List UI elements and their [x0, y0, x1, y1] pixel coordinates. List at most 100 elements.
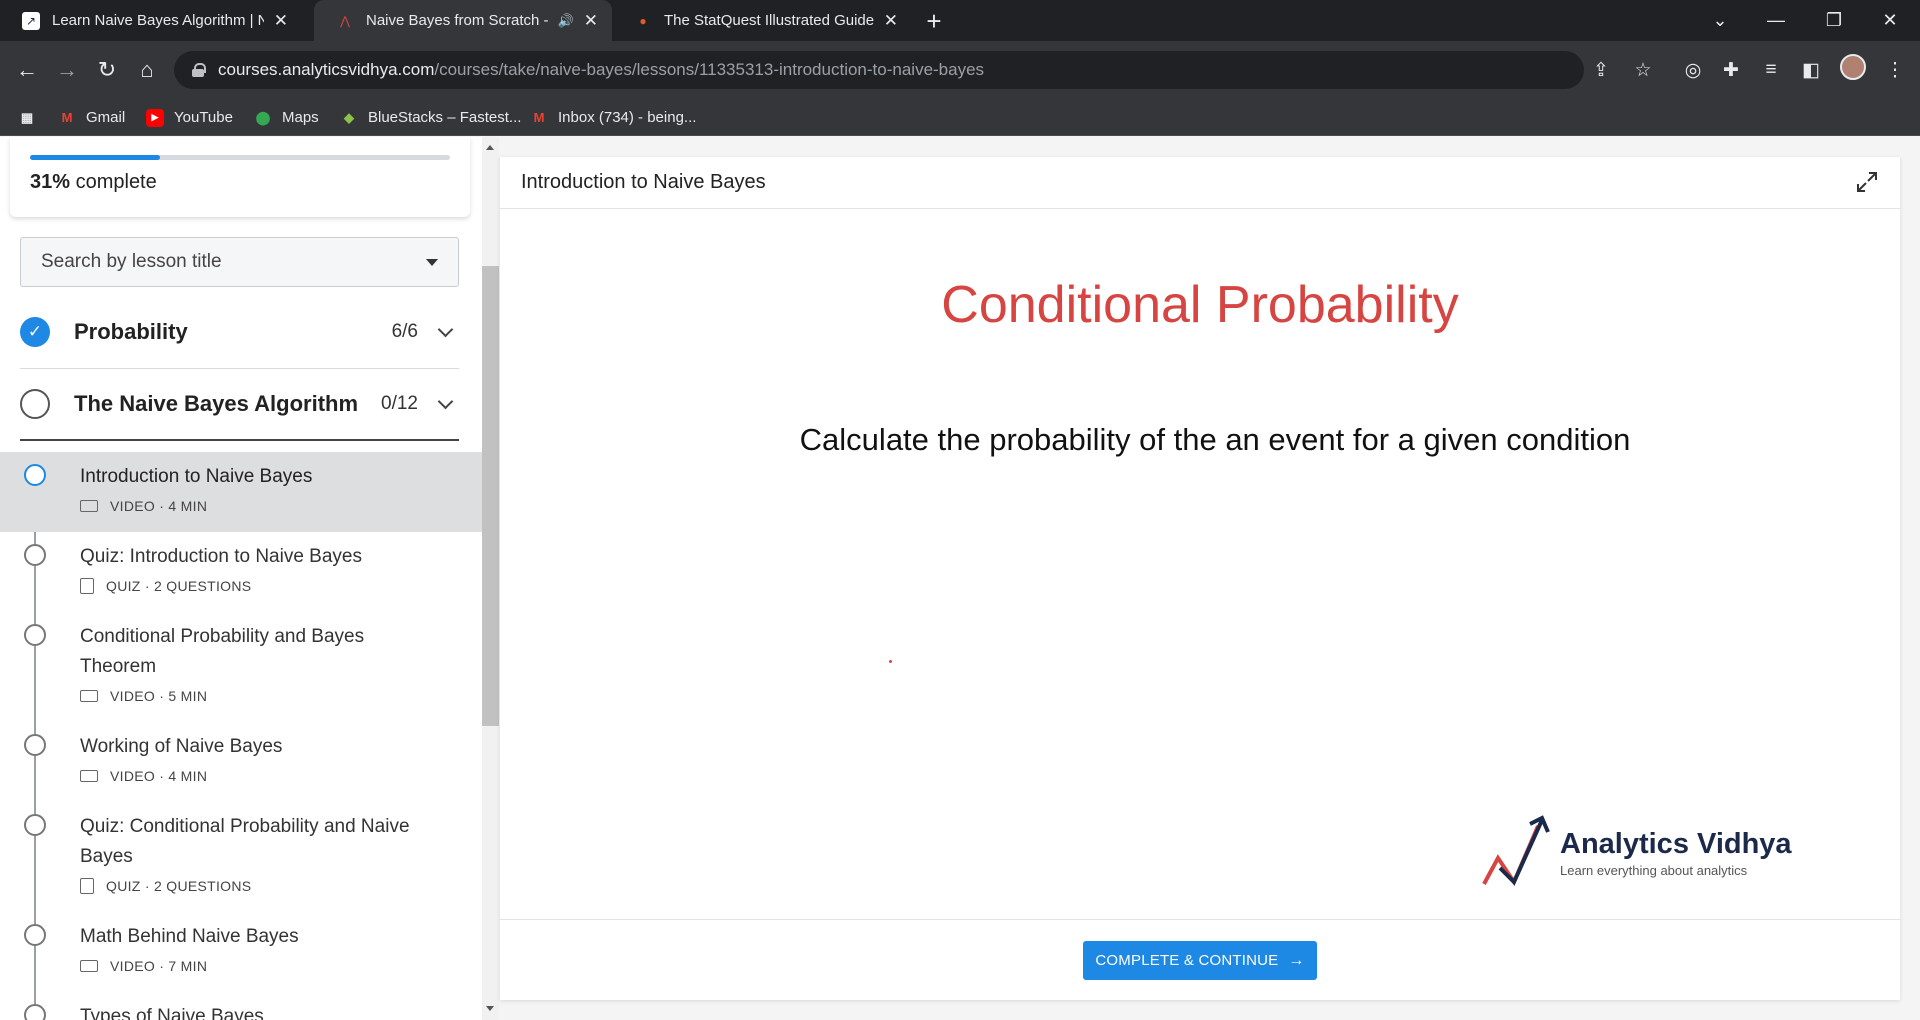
chapter-title: Probability	[74, 319, 188, 344]
expand-fullscreen-icon[interactable]	[1855, 170, 1879, 194]
lesson-item[interactable]: Quiz: Introduction to Naive Bayes QUIZ ·…	[0, 532, 482, 612]
tab-search-chevron-icon[interactable]: ⌄	[1692, 0, 1748, 41]
menu-kebab-icon[interactable]: ⋮	[1880, 55, 1910, 85]
check-circle-icon: ✓	[20, 317, 50, 347]
share-icon[interactable]: ⇪	[1586, 55, 1616, 85]
progress-bar-fill	[30, 155, 161, 160]
tab-learn-naive-bayes[interactable]: ↗ Learn Naive Bayes Algorithm | N ✕	[0, 0, 302, 41]
lesson-meta: VIDEO · 7 MIN	[80, 958, 207, 974]
lock-icon[interactable]	[192, 63, 206, 77]
progress-bar	[30, 155, 450, 160]
apps-icon: ▦	[20, 109, 34, 125]
chevron-down-icon[interactable]	[437, 321, 454, 337]
cta-label: COMPLETE & CONTINUE	[1095, 952, 1279, 969]
lesson-content: Introduction to Naive Bayes Conditional …	[500, 157, 1900, 1000]
profile-avatar[interactable]	[1840, 54, 1866, 80]
tab-naive-bayes-scratch[interactable]: ⋀ Naive Bayes from Scratch - A 🔊 ✕	[314, 0, 612, 41]
complete-and-continue-button[interactable]: COMPLETE & CONTINUE →	[1083, 941, 1317, 980]
video-icon	[80, 960, 98, 972]
close-window-button[interactable]: ✕	[1862, 0, 1918, 41]
lesson-footer: COMPLETE & CONTINUE →	[500, 919, 1900, 1000]
chapter-title: The Naive Bayes Algorithm	[74, 391, 359, 416]
analytics-vidhya-favicon-icon: ⋀	[340, 13, 350, 28]
reload-icon[interactable]: ↻	[92, 55, 122, 85]
close-tab-icon[interactable]: ✕	[274, 11, 288, 31]
youtube-icon: ▶	[146, 108, 164, 127]
gmail-icon: M	[61, 110, 73, 125]
media-queue-icon[interactable]: ≡	[1756, 55, 1786, 85]
minimize-button[interactable]: —	[1748, 0, 1804, 41]
lesson-status-circle-icon	[24, 924, 46, 946]
sidebar-scrollbar-thumb[interactable]	[482, 266, 499, 726]
extension-target-icon[interactable]: ◎	[1678, 55, 1708, 85]
tab-title: The StatQuest Illustrated Guide t	[664, 12, 874, 29]
lesson-title: Working of Naive Bayes	[80, 736, 283, 757]
lesson-meta: VIDEO · 4 MIN	[80, 768, 207, 784]
divider	[20, 439, 459, 441]
lesson-meta: QUIZ · 2 QUESTIONS	[80, 578, 251, 594]
quiz-icon	[80, 578, 94, 594]
lesson-status-circle-icon	[24, 1004, 46, 1020]
bookmark-label: YouTube	[174, 109, 233, 126]
chart-favicon-icon: ↗	[22, 11, 40, 30]
bookmark-star-icon[interactable]: ☆	[1628, 55, 1658, 85]
lesson-item[interactable]: Working of Naive Bayes VIDEO · 4 MIN	[0, 722, 482, 802]
lesson-title: Introduction to Naive Bayes	[80, 466, 313, 487]
progress-card: 31% complete	[10, 137, 470, 217]
slide-title: Conditional Probability	[941, 276, 1459, 334]
logo-tagline: Learn everything about analytics	[1560, 863, 1748, 878]
video-icon	[80, 500, 98, 512]
chevron-down-icon[interactable]	[437, 393, 454, 409]
bookmark-gmail[interactable]: M Gmail	[58, 99, 126, 136]
maps-icon: ⬤	[255, 109, 271, 125]
video-icon	[80, 770, 98, 782]
video-slide[interactable]: Conditional Probability Calculate the pr…	[500, 210, 1900, 919]
lesson-meta: QUIZ · 2 QUESTIONS	[80, 878, 251, 894]
chapter-naive-bayes-algorithm[interactable]: The Naive Bayes Algorithm 0/12	[20, 369, 459, 439]
bookmark-bluestacks[interactable]: ◆ BlueStacks – Fastest...	[340, 99, 521, 136]
extensions-puzzle-icon[interactable]: ✚	[1716, 55, 1746, 85]
empty-circle-icon	[20, 389, 50, 419]
cursor-dot	[889, 660, 892, 663]
url-text[interactable]: courses.analyticsvidhya.com/courses/take…	[218, 60, 984, 80]
bookmark-maps[interactable]: ⬤ Maps	[254, 99, 319, 136]
lesson-item[interactable]: Introduction to Naive Bayes VIDEO · 4 MI…	[0, 452, 482, 532]
home-icon[interactable]: ⌂	[132, 55, 162, 85]
tab-statquest[interactable]: ● The StatQuest Illustrated Guide t ✕	[612, 0, 912, 41]
video-icon	[80, 690, 98, 702]
lesson-status-circle-icon	[24, 464, 46, 486]
analytics-vidhya-logo-icon	[1482, 815, 1550, 887]
close-tab-icon[interactable]: ✕	[884, 11, 898, 31]
scroll-down-arrow-icon[interactable]	[486, 1006, 494, 1011]
bookmark-youtube[interactable]: ▶ YouTube	[146, 99, 233, 136]
browser-toolbar: ← → ↻ ⌂ courses.analyticsvidhya.com/cour…	[0, 41, 1920, 99]
lesson-item[interactable]: Types of Naive Bayes	[0, 992, 482, 1020]
bookmarks-bar: ▦ M Gmail ▶ YouTube ⬤ Maps ◆ BlueStacks …	[0, 99, 1920, 136]
tab-strip: ↗ Learn Naive Bayes Algorithm | N ✕ ⋀ Na…	[0, 0, 1920, 41]
restore-button[interactable]: ❐	[1806, 0, 1862, 41]
scroll-up-arrow-icon[interactable]	[486, 145, 494, 150]
bookmark-apps[interactable]: ▦	[18, 99, 46, 136]
chapter-probability[interactable]: ✓ Probability 6/6	[20, 297, 459, 367]
tab-title: Learn Naive Bayes Algorithm | N	[52, 12, 264, 29]
lesson-meta: VIDEO · 4 MIN	[80, 498, 207, 514]
close-tab-icon[interactable]: ✕	[584, 11, 598, 31]
arrow-right-icon: →	[1288, 951, 1305, 969]
lesson-item[interactable]: Math Behind Naive Bayes VIDEO · 7 MIN	[0, 912, 482, 992]
new-tab-button[interactable]: +	[919, 6, 949, 36]
lesson-item[interactable]: Quiz: Conditional Probability and Naive …	[0, 802, 482, 912]
lesson-title: Math Behind Naive Bayes	[80, 926, 299, 947]
chapter-count: 0/12	[381, 393, 418, 414]
bookmark-label: Inbox (734) - being...	[558, 109, 697, 126]
back-arrow-icon[interactable]: ←	[12, 55, 42, 85]
bookmark-inbox[interactable]: M Inbox (734) - being...	[530, 99, 697, 136]
bookmark-label: BlueStacks – Fastest...	[368, 109, 522, 126]
lesson-item[interactable]: Conditional Probability and Bayes Theore…	[0, 612, 482, 722]
caret-down-icon	[426, 258, 438, 266]
address-bar[interactable]: courses.analyticsvidhya.com/courses/take…	[174, 51, 1584, 89]
bookmark-label: Maps	[282, 109, 319, 126]
forward-arrow-icon[interactable]: →	[52, 55, 82, 85]
speaker-icon[interactable]: 🔊	[558, 13, 574, 29]
lesson-search-dropdown[interactable]: Search by lesson title	[20, 237, 459, 287]
side-panel-icon[interactable]: ◧	[1796, 55, 1826, 85]
